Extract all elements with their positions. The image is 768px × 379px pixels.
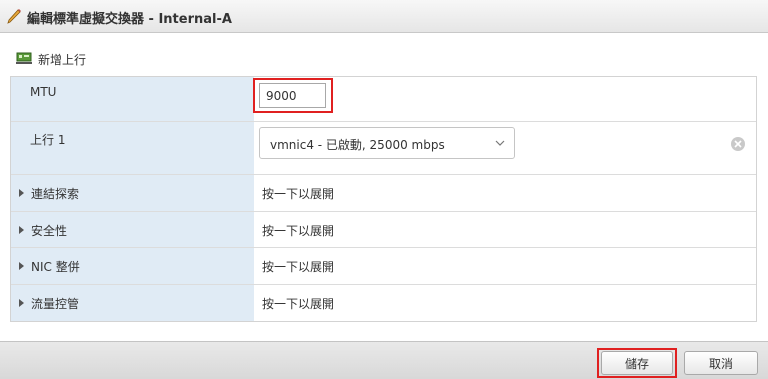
pencil-icon <box>7 9 21 24</box>
mtu-row: MTU <box>11 77 756 122</box>
security-row[interactable]: 安全性 按一下以展開 <box>11 212 756 248</box>
nic-teaming-label: NIC 整併 <box>31 260 80 274</box>
mtu-label: MTU <box>30 85 57 99</box>
remove-uplink-button[interactable] <box>731 137 745 151</box>
uplink1-select[interactable]: vmnic4 - 已啟動, 25000 mbps <box>259 127 515 159</box>
dialog-title: 編輯標準虛擬交換器 - Internal-A <box>27 12 232 27</box>
link-discovery-row[interactable]: 連結探索 按一下以展開 <box>11 175 756 212</box>
triangle-right-icon <box>19 226 24 234</box>
nic-teaming-value: 按一下以展開 <box>262 260 335 274</box>
link-discovery-label: 連結探索 <box>31 187 80 201</box>
mtu-input[interactable] <box>259 83 326 108</box>
chevron-down-icon <box>495 140 505 146</box>
add-uplink-label: 新增上行 <box>38 53 87 67</box>
save-button[interactable]: 儲存 <box>601 351 673 375</box>
traffic-shaping-value: 按一下以展開 <box>262 297 335 311</box>
triangle-right-icon <box>19 189 24 197</box>
dialog-titlebar: 編輯標準虛擬交換器 - Internal-A <box>0 0 768 33</box>
switch-properties-grid: MTU 上行 1 連結探索 按一下以展開 安全性 按一下以展開 NIC 整併 按… <box>10 76 757 322</box>
traffic-shaping-row[interactable]: 流量控管 按一下以展開 <box>11 285 756 321</box>
link-discovery-value: 按一下以展開 <box>262 187 335 201</box>
network-card-icon <box>16 52 32 64</box>
clear-icon <box>734 140 742 148</box>
security-value: 按一下以展開 <box>262 224 335 238</box>
uplink1-label: 上行 1 <box>30 133 66 147</box>
nic-teaming-row[interactable]: NIC 整併 按一下以展開 <box>11 248 756 285</box>
uplink1-selected-value: vmnic4 - 已啟動, 25000 mbps <box>270 138 445 152</box>
security-label: 安全性 <box>31 224 68 238</box>
traffic-shaping-label: 流量控管 <box>31 297 80 311</box>
triangle-right-icon <box>19 262 24 270</box>
triangle-right-icon <box>19 299 24 307</box>
cancel-button[interactable]: 取消 <box>684 351 758 375</box>
